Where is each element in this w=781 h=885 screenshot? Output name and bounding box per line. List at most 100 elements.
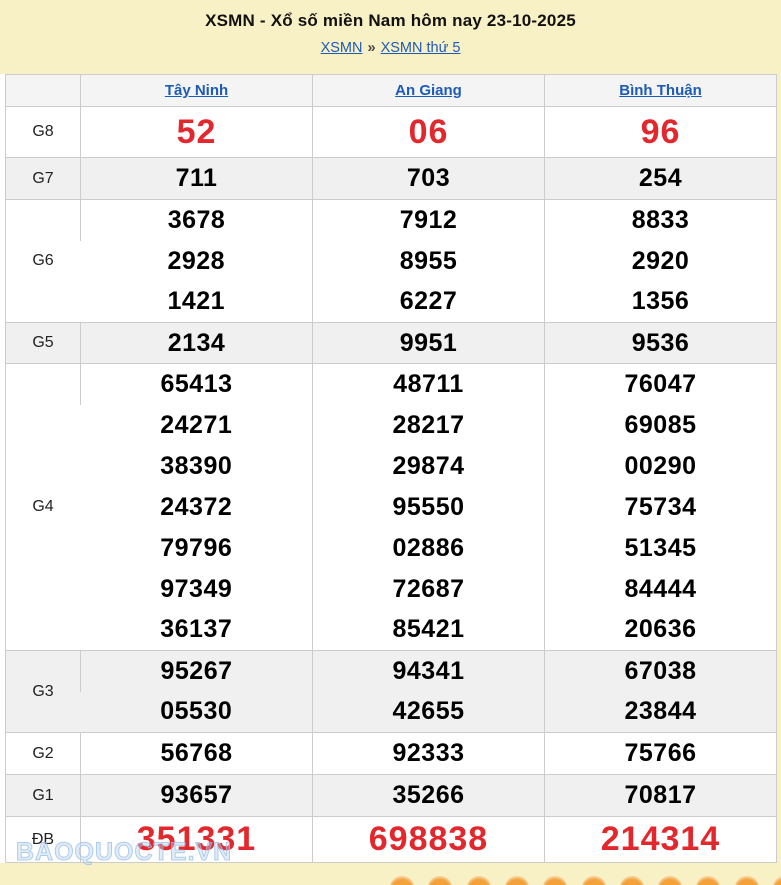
prize-label-g8: G8 <box>6 107 81 158</box>
row-g7: G7 711 703 254 <box>6 158 777 200</box>
result-number: 42655 <box>313 692 545 733</box>
row-g4: 79796 02886 51345 <box>6 528 777 569</box>
breadcrumb-link-xsmn[interactable]: XSMN <box>321 40 363 56</box>
lottery-ball-icon <box>505 876 529 885</box>
province-link-binh-thuan[interactable]: Bình Thuận <box>619 82 702 99</box>
page-title: XSMN - Xổ số miền Nam hôm nay 23-10-2025 <box>0 11 781 31</box>
row-g4: 24372 95550 75734 <box>6 487 777 528</box>
result-number: 56768 <box>81 733 313 775</box>
lottery-ball-icon <box>658 876 682 885</box>
row-g4: G4 65413 48711 76047 <box>6 364 777 405</box>
result-number: 9536 <box>545 323 777 364</box>
lottery-ball-icon <box>735 876 759 885</box>
row-db: ĐB 351331 698838 214314 <box>6 817 777 863</box>
column-header-binh-thuan: Bình Thuận <box>545 75 777 107</box>
result-number: 24372 <box>81 487 313 528</box>
lottery-ball-icon <box>390 876 414 885</box>
prize-label-db: ĐB <box>6 817 81 863</box>
result-number: 29874 <box>313 446 545 487</box>
result-number: 20636 <box>545 610 777 651</box>
lottery-ball-icon <box>467 876 491 885</box>
result-number: 75766 <box>545 733 777 775</box>
lottery-balls-strip <box>0 872 781 885</box>
lottery-ball-icon <box>773 876 781 885</box>
prize-label-g2: G2 <box>6 733 81 775</box>
row-g4: 97349 72687 84444 <box>6 569 777 610</box>
result-number: 24271 <box>81 405 313 446</box>
column-header-an-giang: An Giang <box>313 75 545 107</box>
corner-cell <box>6 75 81 107</box>
results-table: Tây Ninh An Giang Bình Thuận G8 52 06 96… <box>5 74 777 863</box>
column-header-tay-ninh: Tây Ninh <box>81 75 313 107</box>
result-number: 6227 <box>313 282 545 323</box>
result-number: 8955 <box>313 241 545 282</box>
result-number: 52 <box>81 107 313 158</box>
row-g6: 1421 6227 1356 <box>6 282 777 323</box>
prize-label-g3: G3 <box>6 651 81 733</box>
result-number: 94341 <box>313 651 545 692</box>
province-link-an-giang[interactable]: An Giang <box>395 82 462 99</box>
prize-label-g1: G1 <box>6 775 81 817</box>
result-number: 7912 <box>313 200 545 241</box>
result-number: 254 <box>545 158 777 200</box>
prize-label-g7: G7 <box>6 158 81 200</box>
breadcrumb: XSMN » XSMN thứ 5 <box>0 40 781 56</box>
prize-label-g6: G6 <box>6 200 81 323</box>
lottery-ball-icon <box>620 876 644 885</box>
result-number: 23844 <box>545 692 777 733</box>
result-number: 95550 <box>313 487 545 528</box>
row-g3: G3 95267 94341 67038 <box>6 651 777 692</box>
result-number: 214314 <box>545 817 777 863</box>
result-number: 92333 <box>313 733 545 775</box>
result-number: 70817 <box>545 775 777 817</box>
result-number: 84444 <box>545 569 777 610</box>
row-g4: 38390 29874 00290 <box>6 446 777 487</box>
result-number: 1356 <box>545 282 777 323</box>
results-area: Tây Ninh An Giang Bình Thuận G8 52 06 96… <box>0 74 777 863</box>
result-number: 3678 <box>81 200 313 241</box>
result-number: 02886 <box>313 528 545 569</box>
result-number: 96 <box>545 107 777 158</box>
province-link-tay-ninh[interactable]: Tây Ninh <box>165 82 228 99</box>
lottery-ball-icon <box>543 876 567 885</box>
result-number: 2134 <box>81 323 313 364</box>
result-number: 2928 <box>81 241 313 282</box>
row-g6: 2928 8955 2920 <box>6 241 777 282</box>
result-number: 35266 <box>313 775 545 817</box>
row-g5: G5 2134 9951 9536 <box>6 323 777 364</box>
result-number: 65413 <box>81 364 313 405</box>
prize-label-g5: G5 <box>6 323 81 364</box>
result-number: 76047 <box>545 364 777 405</box>
result-number: 95267 <box>81 651 313 692</box>
result-number: 67038 <box>545 651 777 692</box>
row-g3: 05530 42655 23844 <box>6 692 777 733</box>
result-number: 703 <box>313 158 545 200</box>
result-number: 28217 <box>313 405 545 446</box>
result-number: 05530 <box>81 692 313 733</box>
result-number: 75734 <box>545 487 777 528</box>
result-number: 351331 <box>81 817 313 863</box>
breadcrumb-separator: » <box>368 40 376 56</box>
lottery-ball-icon <box>696 876 720 885</box>
result-number: 38390 <box>81 446 313 487</box>
result-number: 85421 <box>313 610 545 651</box>
lottery-ball-icon <box>428 876 452 885</box>
result-number: 51345 <box>545 528 777 569</box>
result-number: 48711 <box>313 364 545 405</box>
result-number: 2920 <box>545 241 777 282</box>
result-number: 711 <box>81 158 313 200</box>
result-number: 06 <box>313 107 545 158</box>
breadcrumb-link-xsmn-thu-5[interactable]: XSMN thứ 5 <box>381 40 461 56</box>
page-header: XSMN - Xổ số miền Nam hôm nay 23-10-2025… <box>0 0 781 74</box>
row-g8: G8 52 06 96 <box>6 107 777 158</box>
row-g6: G6 3678 7912 8833 <box>6 200 777 241</box>
row-g2: G2 56768 92333 75766 <box>6 733 777 775</box>
result-number: 79796 <box>81 528 313 569</box>
table-header-row: Tây Ninh An Giang Bình Thuận <box>6 75 777 107</box>
lottery-ball-icon <box>582 876 606 885</box>
row-g4: 36137 85421 20636 <box>6 610 777 651</box>
result-number: 93657 <box>81 775 313 817</box>
result-number: 8833 <box>545 200 777 241</box>
result-number: 97349 <box>81 569 313 610</box>
result-number: 69085 <box>545 405 777 446</box>
